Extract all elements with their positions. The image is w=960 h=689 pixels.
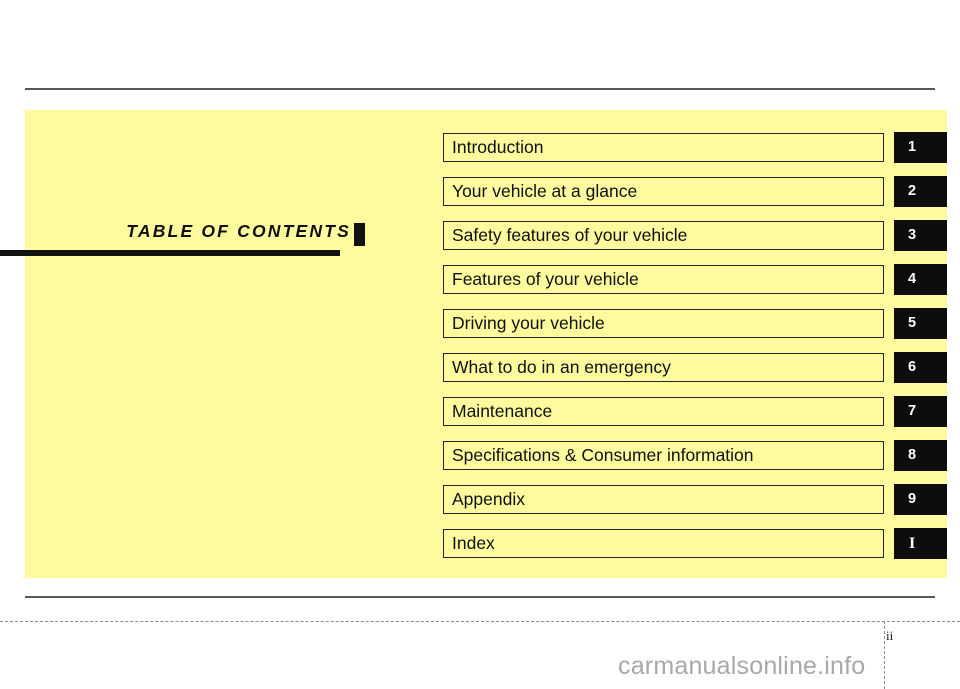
toc-tab-label: 2 [908, 183, 917, 200]
toc-tab-label: 6 [908, 359, 917, 376]
toc-entry-specifications-consumer-information[interactable]: Specifications & Consumer information [443, 441, 884, 470]
list-item[interactable]: Driving your vehicle 5 [443, 308, 947, 339]
toc-entry-introduction[interactable]: Introduction [443, 133, 884, 162]
toc-tab-5[interactable]: 5 [894, 308, 947, 339]
toc-tab-label: 5 [908, 315, 917, 332]
title-underline [0, 250, 340, 256]
list-item[interactable]: Appendix 9 [443, 484, 947, 515]
toc-tab-label: 4 [908, 271, 917, 288]
title-marker-block [354, 223, 365, 246]
toc-tab-9[interactable]: 9 [894, 484, 947, 515]
crop-guide-vertical [884, 621, 885, 689]
toc-entry-label: Safety features of your vehicle [452, 224, 688, 245]
toc-entry-label: Maintenance [452, 400, 553, 421]
list-item[interactable]: Your vehicle at a glance 2 [443, 176, 947, 207]
page-title: TABLE OF CONTENTS [126, 221, 351, 241]
toc-tab-label: 1 [908, 139, 917, 156]
crop-guide-horizontal [0, 621, 960, 622]
toc-tab-label: 9 [908, 491, 917, 508]
list-item[interactable]: Maintenance 7 [443, 396, 947, 427]
list-item[interactable]: Specifications & Consumer information 8 [443, 440, 947, 471]
toc-entry-safety-features[interactable]: Safety features of your vehicle [443, 221, 884, 250]
toc-tab-4[interactable]: 4 [894, 264, 947, 295]
footer-rule [25, 596, 935, 598]
toc-entry-maintenance[interactable]: Maintenance [443, 397, 884, 426]
list-item[interactable]: Safety features of your vehicle 3 [443, 220, 947, 251]
toc-tab-1[interactable]: 1 [894, 132, 947, 163]
list-item[interactable]: Introduction 1 [443, 132, 947, 163]
page-number: ii [886, 628, 894, 643]
toc-entry-label: Your vehicle at a glance [452, 180, 638, 201]
toc-tab-8[interactable]: 8 [894, 440, 947, 471]
table-of-contents-list: Introduction 1 Your vehicle at a glance … [443, 132, 947, 559]
toc-entry-what-to-do-in-an-emergency[interactable]: What to do in an emergency [443, 353, 884, 382]
list-item[interactable]: What to do in an emergency 6 [443, 352, 947, 383]
toc-tab-label: 3 [908, 227, 917, 244]
toc-entry-label: Appendix [452, 488, 525, 509]
header-rule [25, 88, 935, 90]
toc-entry-label: Features of your vehicle [452, 268, 639, 289]
toc-entry-appendix[interactable]: Appendix [443, 485, 884, 514]
toc-tab-label: 8 [908, 447, 917, 464]
toc-entry-label: Index [452, 532, 495, 553]
toc-entry-label: Driving your vehicle [452, 312, 605, 333]
toc-entry-label: Introduction [452, 136, 544, 157]
toc-entry-features-of-your-vehicle[interactable]: Features of your vehicle [443, 265, 884, 294]
toc-tab-2[interactable]: 2 [894, 176, 947, 207]
manual-page: TABLE OF CONTENTS Introduction 1 Your ve… [0, 0, 960, 689]
watermark: carmanualsonline.info [618, 652, 866, 680]
toc-tab-index[interactable]: I [894, 528, 947, 559]
toc-tab-7[interactable]: 7 [894, 396, 947, 427]
toc-tab-label: I [909, 534, 916, 552]
toc-entry-driving-your-vehicle[interactable]: Driving your vehicle [443, 309, 884, 338]
toc-tab-3[interactable]: 3 [894, 220, 947, 251]
section-title-group: TABLE OF CONTENTS [0, 208, 365, 250]
toc-tab-label: 7 [908, 403, 917, 420]
toc-entry-label: What to do in an emergency [452, 356, 671, 377]
list-item[interactable]: Features of your vehicle 4 [443, 264, 947, 295]
toc-entry-index[interactable]: Index [443, 529, 884, 558]
toc-entry-your-vehicle-at-a-glance[interactable]: Your vehicle at a glance [443, 177, 884, 206]
list-item[interactable]: Index I [443, 528, 947, 559]
toc-tab-6[interactable]: 6 [894, 352, 947, 383]
toc-entry-label: Specifications & Consumer information [452, 444, 754, 465]
